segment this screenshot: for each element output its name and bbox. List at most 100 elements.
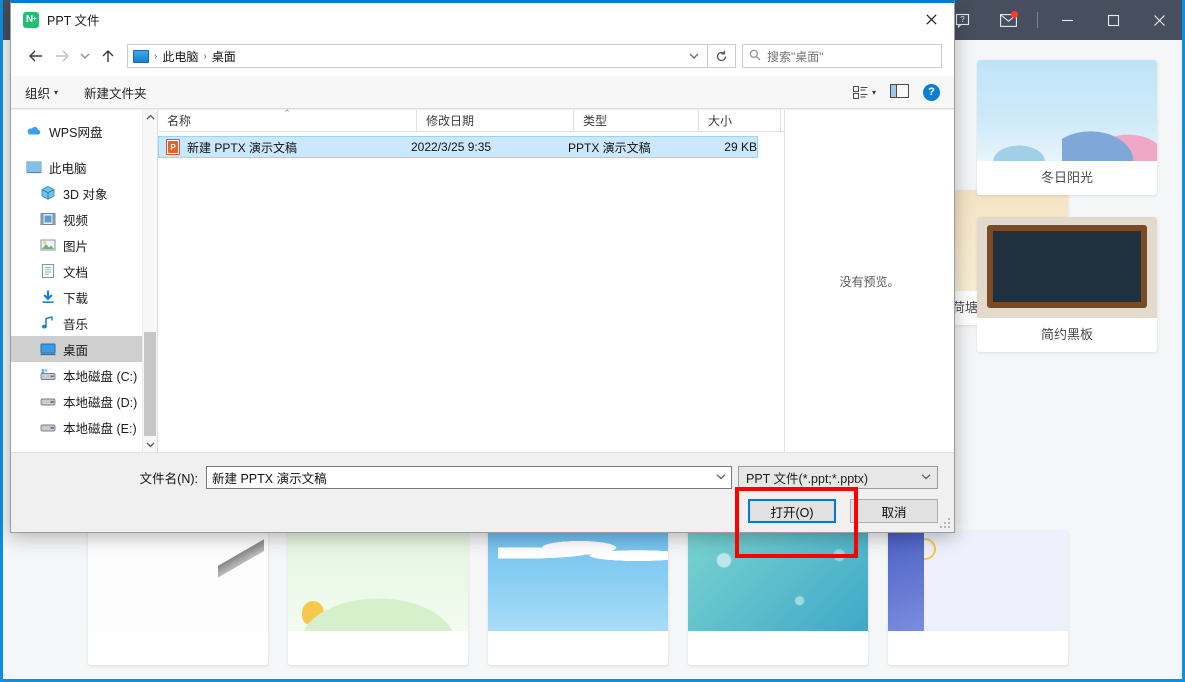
sidebar-item-视频[interactable]: 视频 (11, 206, 157, 232)
scroll-down-arrow[interactable] (143, 437, 157, 452)
template-name: 简约黑板 (977, 318, 1157, 352)
back-button[interactable] (23, 43, 49, 69)
cancel-button[interactable]: 取消 (850, 499, 938, 523)
svg-text:?: ? (960, 15, 965, 24)
sidebar-item-label: 本地磁盘 (D:) (63, 392, 137, 411)
sidebar-item-本地磁盘-E-[interactable]: 本地磁盘 (E:) (11, 414, 157, 440)
template-card[interactable] (888, 530, 1068, 665)
music-icon (39, 315, 56, 332)
document-icon (39, 263, 56, 280)
sidebar-item-label: 3D 对象 (63, 184, 107, 203)
file-type-cell: PPTX 演示文稿 (568, 139, 695, 156)
template-card[interactable] (88, 530, 268, 665)
maximize-button[interactable] (1090, 0, 1136, 40)
template-thumbnail (88, 530, 268, 631)
template-card[interactable] (688, 530, 868, 665)
sidebar-item-音乐[interactable]: 音乐 (11, 310, 157, 336)
scroll-up-arrow[interactable] (143, 110, 157, 125)
template-name (888, 631, 1068, 665)
file-type-select[interactable]: PPT 文件(*.ppt;*.pptx) (738, 466, 938, 489)
file-name-label: 新建 PPTX 演示文稿 (187, 139, 297, 156)
template-name (488, 631, 668, 665)
column-header-type[interactable]: 类型 (574, 110, 699, 131)
cube-icon (39, 185, 56, 202)
forward-button[interactable] (49, 43, 75, 69)
template-thumbnail (888, 530, 1068, 631)
view-list-icon (853, 86, 868, 99)
column-header-date[interactable]: 修改日期 (417, 110, 574, 131)
minimize-button[interactable] (1044, 0, 1090, 40)
filename-label: 文件名(N): (11, 468, 206, 487)
file-type-value: PPT 文件(*.ppt;*.pptx) (746, 468, 868, 487)
dialog-close-button[interactable] (908, 3, 954, 36)
sidebar-item-本地磁盘-C-[interactable]: 本地磁盘 (C:) (11, 362, 157, 388)
desktop-location-icon (133, 50, 149, 63)
sidebar-item-本地磁盘-D-[interactable]: 本地磁盘 (D:) (11, 388, 157, 414)
navigation-scrollbar[interactable] (142, 110, 157, 452)
drive-icon (39, 393, 56, 410)
sidebar-item-label: 本地磁盘 (E:) (63, 418, 137, 437)
template-name (288, 631, 468, 665)
template-card[interactable]: 简约黑板 (977, 217, 1157, 352)
up-button[interactable] (95, 43, 121, 69)
sidebar-item-图片[interactable]: 图片 (11, 232, 157, 258)
address-bar[interactable]: › 此电脑 › 桌面 (127, 44, 708, 68)
column-header-size[interactable]: 大小 (699, 110, 781, 131)
column-header-name[interactable]: ⌃名称 (158, 110, 417, 131)
organize-button[interactable]: 组织 ▾ (25, 83, 58, 102)
sidebar-item-下载[interactable]: 下载 (11, 284, 157, 310)
breadcrumb-desktop[interactable]: 桌面 (208, 48, 240, 65)
sidebar-item-label: 图片 (63, 236, 88, 255)
sidebar-item-label: 本地磁盘 (C:) (63, 366, 137, 385)
dialog-footer: 文件名(N): 新建 PPTX 演示文稿 PPT 文件(*.ppt;*.pptx… (11, 452, 954, 532)
column-header-label: 修改日期 (426, 112, 474, 129)
breadcrumb-this-pc[interactable]: 此电脑 (158, 48, 202, 65)
preview-pane: 没有预览。 (784, 110, 954, 452)
search-input[interactable]: 搜索"桌面" (742, 44, 942, 68)
dialog-body: WPS网盘此电脑 3D 对象视频图片文档下载音乐桌面本地磁盘 (C:) 本地磁盘 (… (11, 110, 954, 452)
table-row[interactable]: P新建 PPTX 演示文稿2022/3/25 9:35PPTX 演示文稿29 K… (158, 136, 758, 158)
sidebar-item-3D-对象[interactable]: 3D 对象 (11, 180, 157, 206)
cancel-button-label: 取消 (881, 502, 906, 521)
sidebar-item-label: 文档 (63, 262, 88, 281)
change-view-button[interactable]: ▾ (853, 86, 876, 99)
template-thumbnail (977, 217, 1157, 318)
background-window-controls: ? (939, 0, 1182, 40)
open-button[interactable]: 打开(O) (748, 499, 836, 523)
file-type-dropdown-icon[interactable] (915, 472, 937, 483)
mail-icon[interactable] (985, 0, 1031, 40)
close-button[interactable] (1136, 0, 1182, 40)
sidebar-item-桌面[interactable]: 桌面 (11, 336, 157, 362)
sidebar-item-此电脑[interactable]: 此电脑 (11, 154, 157, 180)
sidebar-item-WPS网盘[interactable]: WPS网盘 (11, 118, 157, 144)
template-thumbnail (488, 530, 668, 631)
dialog-title: PPT 文件 (47, 10, 100, 29)
new-folder-button[interactable]: 新建文件夹 (84, 83, 147, 102)
dialog-navigation-bar: › 此电脑 › 桌面 搜索"桌面" (11, 36, 954, 76)
scrollbar-thumb[interactable] (144, 332, 156, 436)
template-thumbnail (977, 60, 1157, 161)
filename-dropdown-icon[interactable] (711, 472, 731, 483)
dialog-command-bar: 组织 ▾ 新建文件夹 ▾ ? (11, 76, 954, 109)
organize-label: 组织 (25, 83, 50, 102)
resize-grip[interactable] (939, 517, 951, 529)
preview-pane-button[interactable] (890, 84, 909, 101)
filename-input[interactable]: 新建 PPTX 演示文稿 (206, 466, 732, 489)
sort-ascending-icon: ⌃ (283, 109, 291, 118)
filename-row: 文件名(N): 新建 PPTX 演示文稿 PPT 文件(*.ppt;*.pptx… (11, 465, 954, 489)
help-button[interactable]: ? (923, 84, 940, 101)
template-name: 冬日阳光 (977, 161, 1157, 195)
template-card[interactable] (288, 530, 468, 665)
file-list-pane: ⌃名称修改日期 类型大小 P 新建 PPTX 演示文稿 2022/3/25 9:35P… (158, 110, 784, 452)
titlebar-separator (1037, 12, 1038, 28)
sidebar-item-文档[interactable]: 文档 (11, 258, 157, 284)
address-dropdown-icon[interactable] (683, 45, 705, 67)
chevron-down-icon: ▾ (54, 88, 58, 97)
template-card[interactable]: 冬日阳光 (977, 60, 1157, 195)
refresh-button[interactable] (708, 44, 736, 68)
recent-locations-button[interactable] (75, 43, 95, 69)
file-date-cell: 2022/3/25 9:35 (411, 140, 568, 154)
navigation-items: WPS网盘此电脑 3D 对象视频图片文档下载音乐桌面本地磁盘 (C:) 本地磁盘 (… (11, 118, 157, 452)
pptx-file-icon: P (166, 139, 180, 155)
template-card[interactable] (488, 530, 668, 665)
